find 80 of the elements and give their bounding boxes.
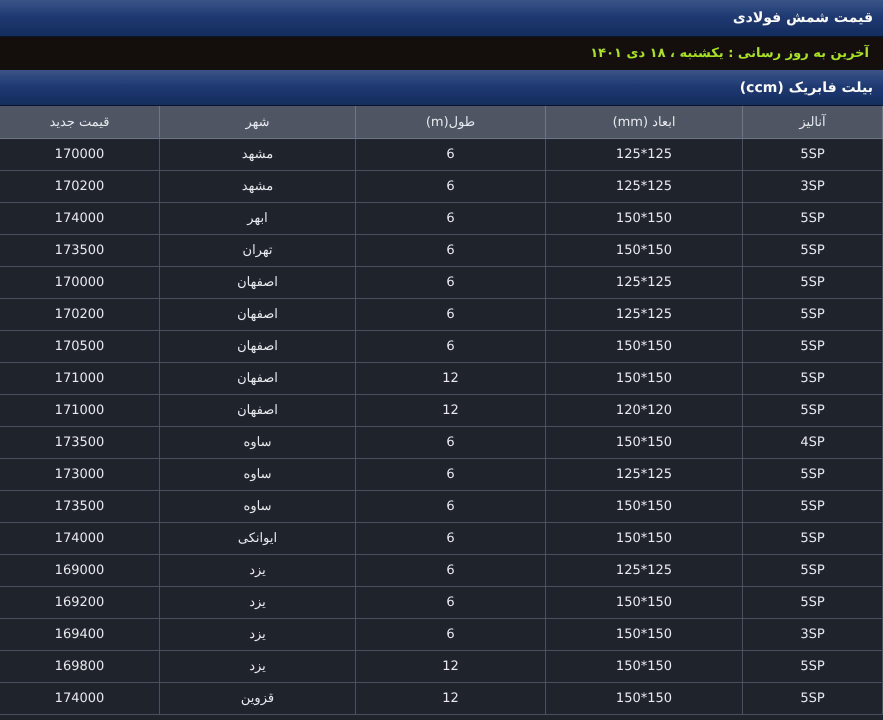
table-cell: 12 xyxy=(356,682,546,714)
table-cell: 5SP xyxy=(742,586,882,618)
table-cell: 120*120 xyxy=(546,394,742,426)
table-cell: 6 xyxy=(356,330,546,362)
table-cell: ساوه xyxy=(160,458,356,490)
column-header: آنالیز xyxy=(742,106,882,138)
table-cell: 6 xyxy=(356,234,546,266)
table-cell: 125*125 xyxy=(546,266,742,298)
table-cell: یزد xyxy=(160,554,356,586)
table-cell: 150*150 xyxy=(546,682,742,714)
column-header: ابعاد (mm) xyxy=(546,106,742,138)
table-cell: 150*150 xyxy=(546,362,742,394)
table-cell: 5SP xyxy=(742,138,882,170)
table-cell: 5SP xyxy=(742,234,882,266)
table-cell: 6 xyxy=(356,522,546,554)
table-cell: 150*150 xyxy=(546,586,742,618)
table-cell: 5SP xyxy=(742,682,882,714)
section-title: بیلت فابریک (ccm) xyxy=(740,80,873,96)
table-cell: 6 xyxy=(356,490,546,522)
table-cell: 150*150 xyxy=(546,490,742,522)
table-cell: 5SP xyxy=(742,202,882,234)
table-cell: 6 xyxy=(356,202,546,234)
table-cell: یزد xyxy=(160,586,356,618)
table-cell: 150*150 xyxy=(546,330,742,362)
table-cell: 3SP xyxy=(742,170,882,202)
table-cell: ابهر xyxy=(160,202,356,234)
table-cell: 5SP xyxy=(742,458,882,490)
table-cell: 6 xyxy=(356,298,546,330)
table-cell: 150*150 xyxy=(546,650,742,682)
table-cell: اصفهان xyxy=(160,362,356,394)
table-cell: 6 xyxy=(356,618,546,650)
table-cell: 5SP xyxy=(742,362,882,394)
table-cell: مشهد xyxy=(160,138,356,170)
table-cell: 5SP xyxy=(742,522,882,554)
table-cell: ساوه xyxy=(160,490,356,522)
table-cell: 125*125 xyxy=(546,458,742,490)
table-cell: 4SP xyxy=(742,426,882,458)
column-header: شهر xyxy=(160,106,356,138)
table-cell: قزوین xyxy=(160,682,356,714)
table-cell: 3SP xyxy=(742,618,882,650)
table-cell: مشهد xyxy=(160,170,356,202)
table-cell: 5SP xyxy=(742,490,882,522)
table-cell: 5SP xyxy=(742,298,882,330)
table-cell: 6 xyxy=(356,138,546,170)
table-cell: اصفهان xyxy=(160,394,356,426)
table-cell: 5SP xyxy=(742,394,882,426)
table-cell: 125*125 xyxy=(546,138,742,170)
table-cell: 6 xyxy=(356,170,546,202)
table-cell: 150*150 xyxy=(546,618,742,650)
table-cell: 6 xyxy=(356,554,546,586)
table-cell: 5SP xyxy=(742,266,882,298)
table-cell: 6 xyxy=(356,266,546,298)
table-cell: یزد xyxy=(160,618,356,650)
table-cell: 12 xyxy=(356,362,546,394)
table-cell: اصفهان xyxy=(160,298,356,330)
table-cell: 125*125 xyxy=(546,170,742,202)
table-cell: 125*125 xyxy=(546,554,742,586)
table-cell: 150*150 xyxy=(546,426,742,458)
table-cell: 12 xyxy=(356,650,546,682)
table-cell: 150*150 xyxy=(546,522,742,554)
table-cell: 6 xyxy=(356,426,546,458)
page-title: قیمت شمش فولادی xyxy=(732,10,873,26)
table-cell: 6 xyxy=(356,458,546,490)
table-cell: ایوانکی xyxy=(160,522,356,554)
table-cell: 5SP xyxy=(742,650,882,682)
column-header: طول(m) xyxy=(356,106,546,138)
last-update-text: آخرین به روز رسانی : یکشنبه ، ۱۸ دی ۱۴۰۱ xyxy=(590,46,869,61)
table-cell: 5SP xyxy=(742,330,882,362)
table-cell: اصفهان xyxy=(160,330,356,362)
table-cell: 150*150 xyxy=(546,202,742,234)
table-cell: 12 xyxy=(356,394,546,426)
table-cell: 125*125 xyxy=(546,298,742,330)
table-cell: ساوه xyxy=(160,426,356,458)
table-cell: یزد xyxy=(160,650,356,682)
table-cell: 150*150 xyxy=(546,234,742,266)
table-cell: 5SP xyxy=(742,554,882,586)
table-cell: اصفهان xyxy=(160,266,356,298)
table-cell: 6 xyxy=(356,586,546,618)
column-header: قیمت جدید xyxy=(0,106,160,138)
table-cell: تهران xyxy=(160,234,356,266)
